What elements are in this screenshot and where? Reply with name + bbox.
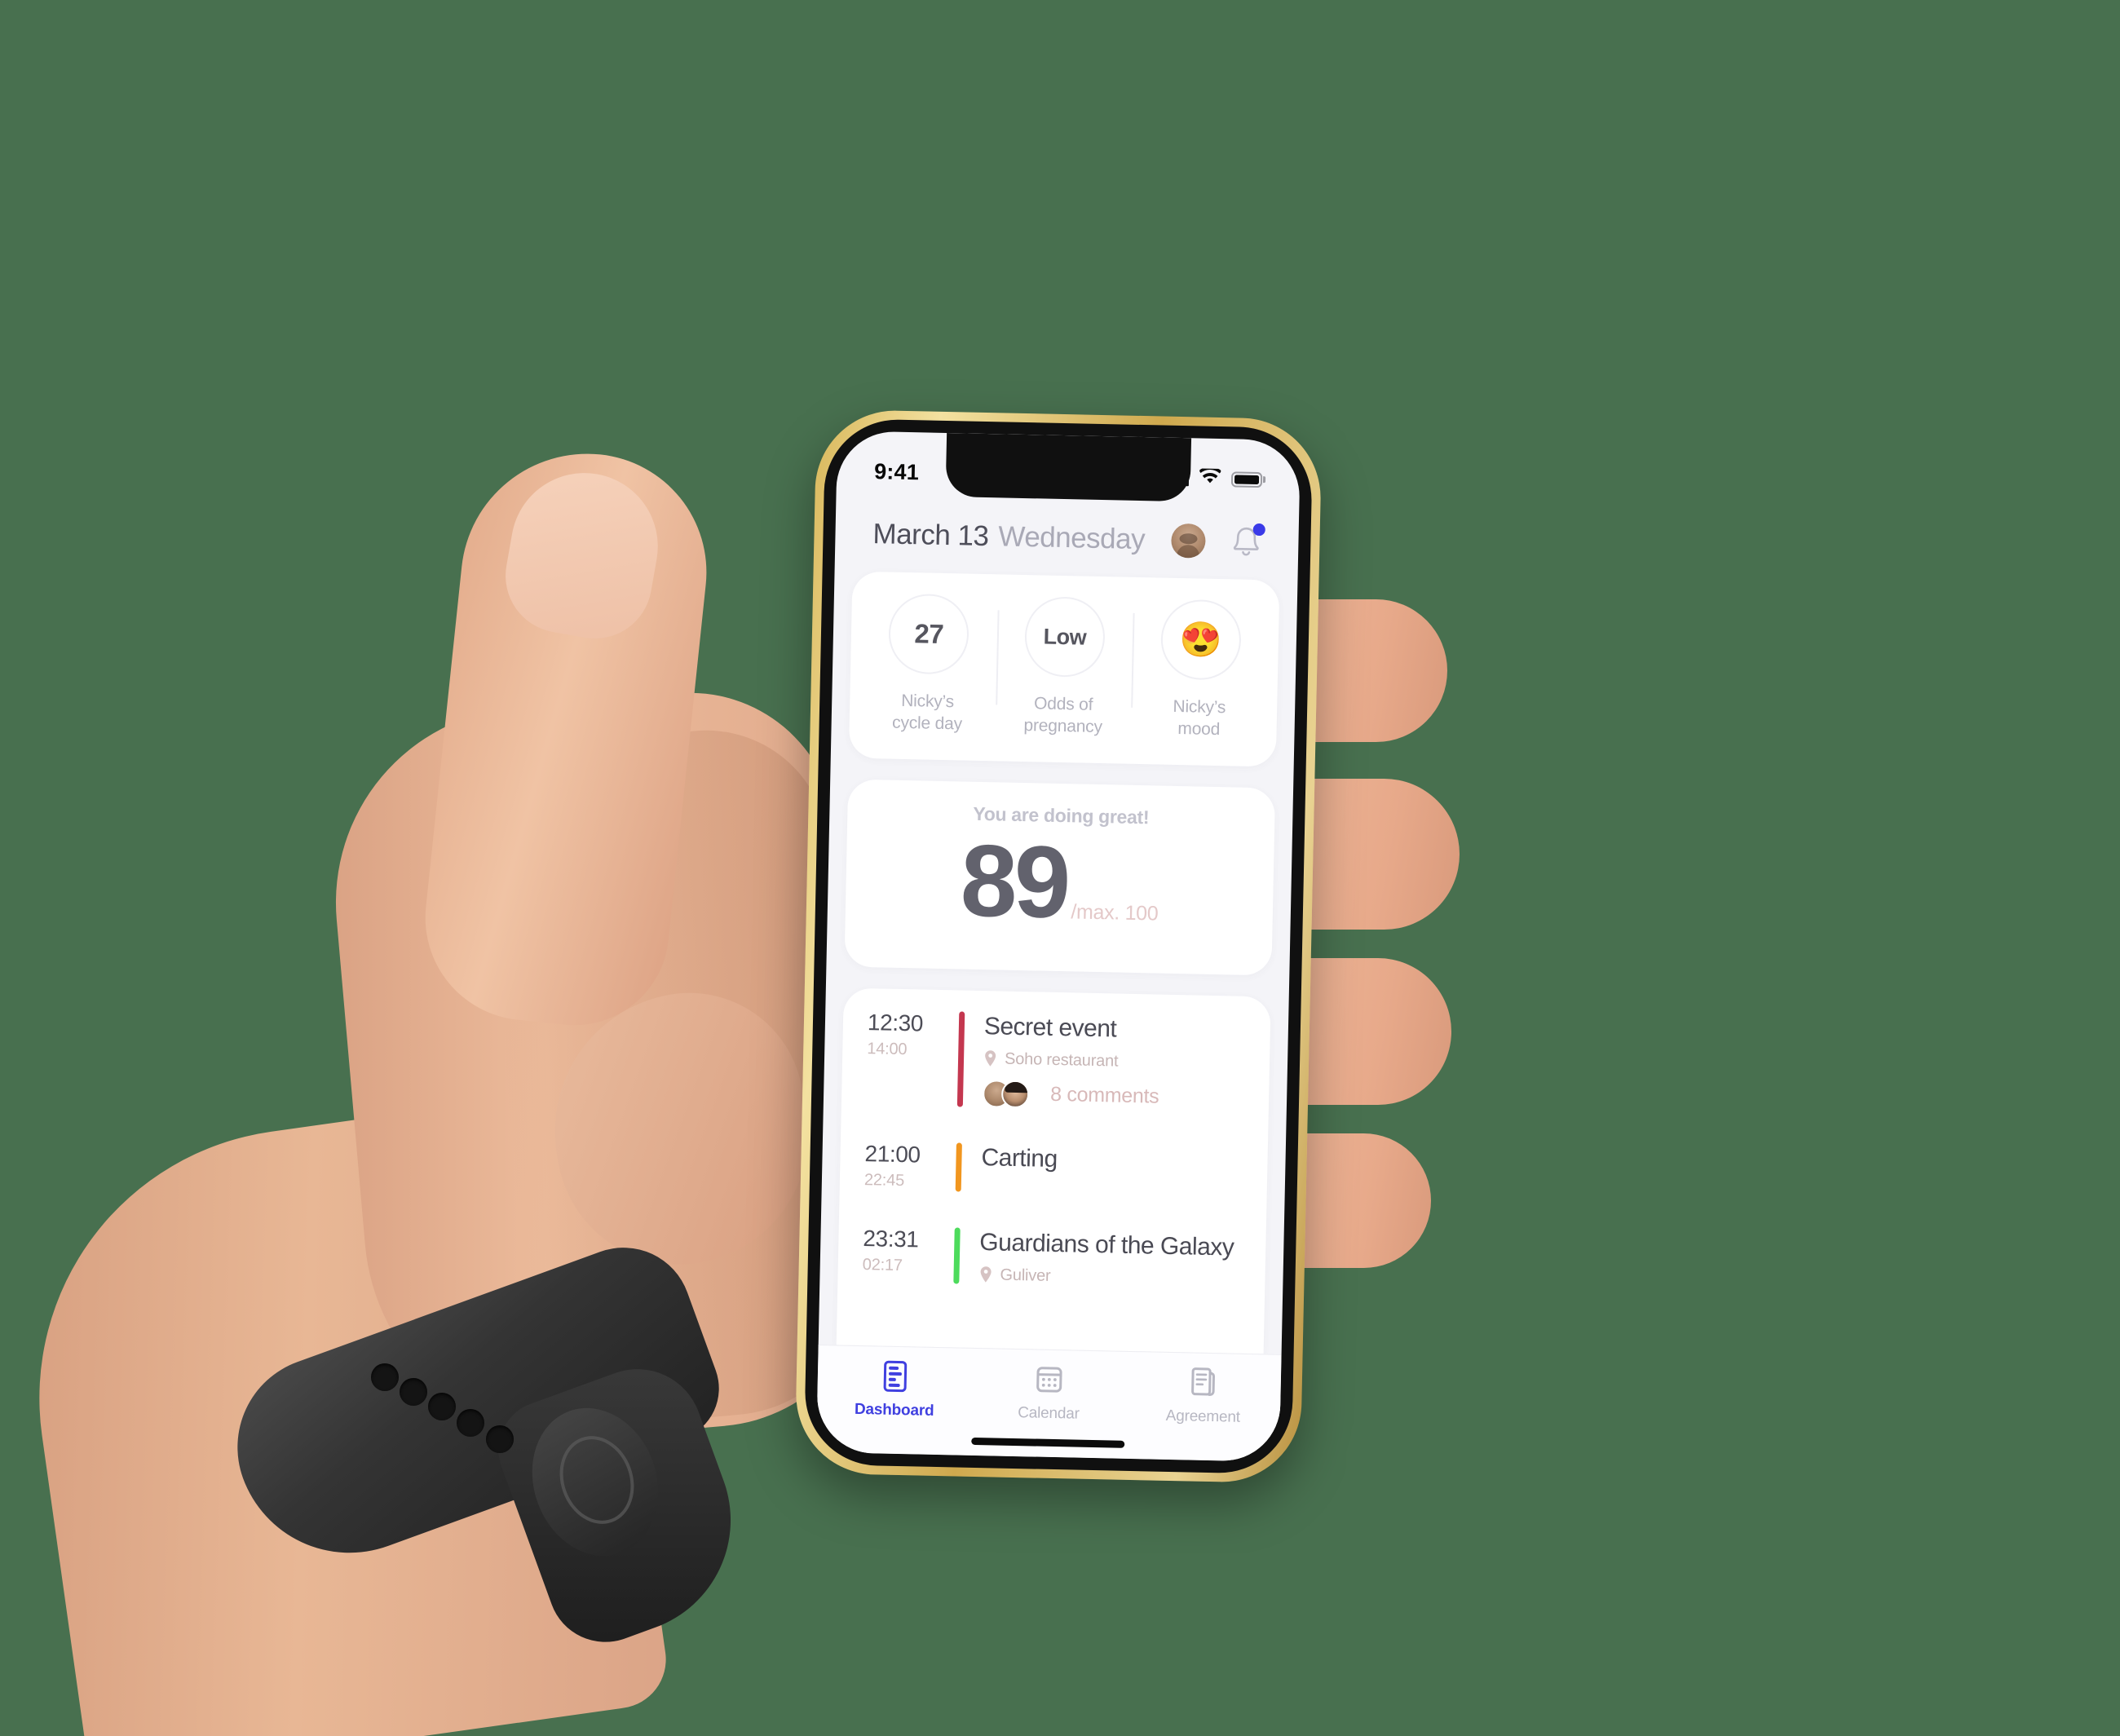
stat-value: Low	[1043, 624, 1087, 650]
document-icon	[1191, 1367, 1216, 1397]
event-end-time: 14:00	[867, 1039, 908, 1058]
event-accent-bar	[953, 1227, 961, 1284]
tab-label: Dashboard	[854, 1400, 934, 1420]
stat-mood[interactable]: 😍 Nicky’s mood	[1131, 599, 1270, 742]
display-notch	[945, 432, 1192, 502]
event-accent-bar	[955, 1142, 962, 1192]
calendar-icon	[1036, 1367, 1062, 1393]
event-accent-bar	[956, 1011, 965, 1107]
stat-label: Nicky’s mood	[1173, 696, 1226, 741]
event-row[interactable]: 23:31 02:17 Guardians of the Galaxy Guli…	[837, 1207, 1266, 1308]
tab-label: Calendar	[1018, 1404, 1080, 1423]
stat-label-line1: Odds of	[1033, 694, 1093, 714]
stat-label-line2: cycle day	[891, 713, 963, 734]
event-comments[interactable]: 8 comments	[982, 1079, 1270, 1113]
stat-circle: 27	[888, 593, 970, 675]
stat-circle: 😍	[1159, 599, 1242, 681]
stat-label: Odds of pregnancy	[1023, 692, 1102, 739]
events-card: 12:30 14:00 Secret event Soho restaurant	[836, 987, 1271, 1354]
stat-label: Nicky’s cycle day	[892, 690, 963, 735]
tab-agreement[interactable]: Agreement	[1125, 1365, 1281, 1428]
tab-dashboard[interactable]: Dashboard	[817, 1358, 973, 1421]
heart-eyes-emoji-icon: 😍	[1178, 620, 1223, 660]
stats-card: 27 Nicky’s cycle day Low Odds of pregnan…	[848, 571, 1280, 767]
stat-cycle-day[interactable]: 27 Nicky’s cycle day	[859, 593, 997, 736]
comment-avatars	[982, 1079, 1030, 1108]
header-weekday: Wednesday	[998, 520, 1146, 556]
event-title: Guardians of the Galaxy	[979, 1228, 1234, 1261]
event-row[interactable]: 21:00 22:45 Carting	[839, 1122, 1268, 1216]
event-comments-count: 8 comments	[1049, 1082, 1159, 1108]
location-pin-icon	[985, 1050, 996, 1067]
notification-bell-button[interactable]	[1228, 523, 1265, 561]
strap-hole	[400, 1378, 427, 1406]
score-value: 89	[959, 824, 1069, 939]
strap-hole	[457, 1409, 484, 1437]
event-location: Soho restaurant	[983, 1049, 1270, 1074]
stat-label-line1: Nicky’s	[900, 691, 955, 712]
tab-label: Agreement	[1165, 1407, 1241, 1426]
user-avatar[interactable]	[1171, 523, 1206, 559]
event-start-time: 12:30	[867, 1009, 924, 1036]
stat-circle: Low	[1023, 596, 1106, 678]
phone-screen: 9:41 March 13 Wednesday 27 Nicky’s cycle…	[815, 431, 1301, 1462]
wifi-icon	[1199, 466, 1222, 489]
fingertip-index	[1296, 599, 1447, 742]
home-indicator[interactable]	[971, 1437, 1125, 1448]
event-location-text: Soho restaurant	[1004, 1049, 1119, 1071]
smartphone: 9:41 March 13 Wednesday 27 Nicky’s cycle…	[794, 409, 1323, 1484]
event-start-time: 23:31	[863, 1225, 919, 1252]
event-end-time: 02:17	[862, 1255, 903, 1274]
event-location: Guliver	[978, 1266, 1265, 1290]
event-title: Secret event	[983, 1012, 1117, 1043]
dashboard-icon	[883, 1360, 907, 1393]
event-times: 23:31 02:17	[862, 1226, 954, 1283]
header-date: March 13	[872, 518, 989, 553]
stat-label-line1: Nicky’s	[1173, 696, 1226, 718]
fingertip-pinky	[1296, 1133, 1431, 1268]
event-start-time: 21:00	[864, 1140, 921, 1168]
event-times: 12:30 14:00	[866, 1009, 959, 1107]
stat-odds-of-pregnancy[interactable]: Low Odds of pregnancy	[995, 595, 1133, 739]
event-end-time: 22:45	[863, 1170, 905, 1190]
fingertip-ring	[1296, 958, 1451, 1105]
location-pin-icon	[980, 1266, 992, 1283]
event-location-text: Guliver	[1000, 1266, 1051, 1285]
event-times: 21:00 22:45	[864, 1141, 956, 1191]
strap-hole	[486, 1425, 514, 1453]
score-card: You are doing great! 89 /max. 100	[844, 779, 1276, 976]
fingertip-middle	[1296, 779, 1460, 930]
strap-hole	[428, 1393, 456, 1420]
score-max-label: /max. 100	[1071, 899, 1159, 925]
bottom-tab-bar: Dashboard Calendar Agreement	[815, 1344, 1282, 1462]
stat-label-line2: pregnancy	[1023, 716, 1103, 737]
commenter-avatar	[1000, 1080, 1030, 1108]
event-title: Carting	[981, 1143, 1058, 1173]
stat-label-line2: mood	[1177, 719, 1221, 740]
tab-calendar[interactable]: Calendar	[971, 1362, 1127, 1425]
battery-icon	[1230, 470, 1266, 488]
page-header: March 13 Wednesday	[835, 496, 1300, 581]
status-clock: 9:41	[873, 458, 920, 484]
strap-hole	[371, 1363, 399, 1391]
event-row[interactable]: 12:30 14:00 Secret event Soho restaurant	[841, 991, 1270, 1131]
stat-value: 27	[914, 618, 944, 649]
